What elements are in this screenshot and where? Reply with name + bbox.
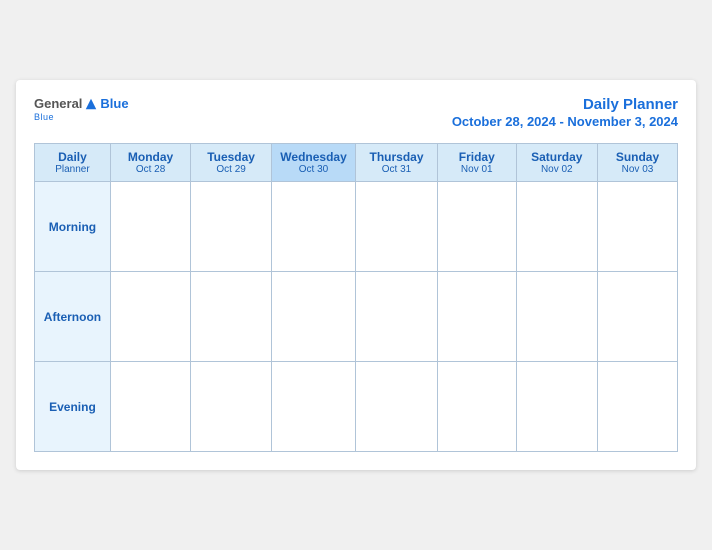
cell-morning-sun[interactable] xyxy=(597,182,677,272)
cell-evening-sat[interactable] xyxy=(516,362,597,452)
logo-icon xyxy=(84,97,98,111)
col-header-sat: SaturdayNov 02 xyxy=(516,144,597,182)
time-label-morning: Morning xyxy=(35,182,111,272)
logo-area: General Blue Blue xyxy=(34,96,129,122)
col-day-name-tue: Tuesday xyxy=(195,150,267,164)
col-day-name-thu: Thursday xyxy=(360,150,433,164)
cell-morning-sat[interactable] xyxy=(516,182,597,272)
calendar-body: MorningAfternoonEvening xyxy=(35,182,678,452)
col-day-name-sun: Sunday xyxy=(602,150,673,164)
planner-container: General Blue Blue Daily Planner October … xyxy=(16,80,696,470)
cell-afternoon-sat[interactable] xyxy=(516,272,597,362)
cell-evening-fri[interactable] xyxy=(437,362,516,452)
col-header-fri: FridayNov 01 xyxy=(437,144,516,182)
cell-morning-mon[interactable] xyxy=(110,182,190,272)
cell-evening-wed[interactable] xyxy=(271,362,355,452)
col-day-date-label: Planner xyxy=(39,164,106,175)
logo-general-text: General xyxy=(34,96,82,111)
cell-afternoon-tue[interactable] xyxy=(191,272,272,362)
cell-morning-thu[interactable] xyxy=(356,182,438,272)
col-header-wed: WednesdayOct 30 xyxy=(271,144,355,182)
cell-morning-fri[interactable] xyxy=(437,182,516,272)
col-day-name-fri: Friday xyxy=(442,150,512,164)
logo-tagline: Blue xyxy=(34,112,54,122)
planner-date-range: October 28, 2024 - November 3, 2024 xyxy=(452,114,678,129)
col-day-date-sun: Nov 03 xyxy=(602,164,673,175)
header: General Blue Blue Daily Planner October … xyxy=(34,96,678,131)
cell-evening-tue[interactable] xyxy=(191,362,272,452)
cell-morning-tue[interactable] xyxy=(191,182,272,272)
cell-evening-mon[interactable] xyxy=(110,362,190,452)
cell-afternoon-wed[interactable] xyxy=(271,272,355,362)
time-label-afternoon: Afternoon xyxy=(35,272,111,362)
col-day-date-sat: Nov 02 xyxy=(521,164,593,175)
logo-blue-text: Blue xyxy=(100,96,128,111)
col-day-date-mon: Oct 28 xyxy=(115,164,186,175)
planner-title: Daily Planner xyxy=(452,96,678,113)
col-header-sun: SundayNov 03 xyxy=(597,144,677,182)
row-afternoon: Afternoon xyxy=(35,272,678,362)
cell-morning-wed[interactable] xyxy=(271,182,355,272)
title-area: Daily Planner October 28, 2024 - Novembe… xyxy=(452,96,678,131)
calendar-table: DailyPlannerMondayOct 28TuesdayOct 29Wed… xyxy=(34,143,678,452)
col-header-label: DailyPlanner xyxy=(35,144,111,182)
cell-afternoon-thu[interactable] xyxy=(356,272,438,362)
cell-evening-thu[interactable] xyxy=(356,362,438,452)
cell-afternoon-sun[interactable] xyxy=(597,272,677,362)
col-day-date-tue: Oct 29 xyxy=(195,164,267,175)
row-evening: Evening xyxy=(35,362,678,452)
cell-afternoon-fri[interactable] xyxy=(437,272,516,362)
col-day-date-fri: Nov 01 xyxy=(442,164,512,175)
cell-afternoon-mon[interactable] xyxy=(110,272,190,362)
col-header-tue: TuesdayOct 29 xyxy=(191,144,272,182)
row-morning: Morning xyxy=(35,182,678,272)
col-header-thu: ThursdayOct 31 xyxy=(356,144,438,182)
col-day-name-label: Daily xyxy=(39,150,106,164)
col-day-date-thu: Oct 31 xyxy=(360,164,433,175)
cell-evening-sun[interactable] xyxy=(597,362,677,452)
logo-text: General Blue xyxy=(34,96,129,111)
col-day-date-wed: Oct 30 xyxy=(276,164,351,175)
col-day-name-wed: Wednesday xyxy=(276,150,351,164)
col-day-name-sat: Saturday xyxy=(521,150,593,164)
col-header-mon: MondayOct 28 xyxy=(110,144,190,182)
col-day-name-mon: Monday xyxy=(115,150,186,164)
time-label-evening: Evening xyxy=(35,362,111,452)
header-row: DailyPlannerMondayOct 28TuesdayOct 29Wed… xyxy=(35,144,678,182)
